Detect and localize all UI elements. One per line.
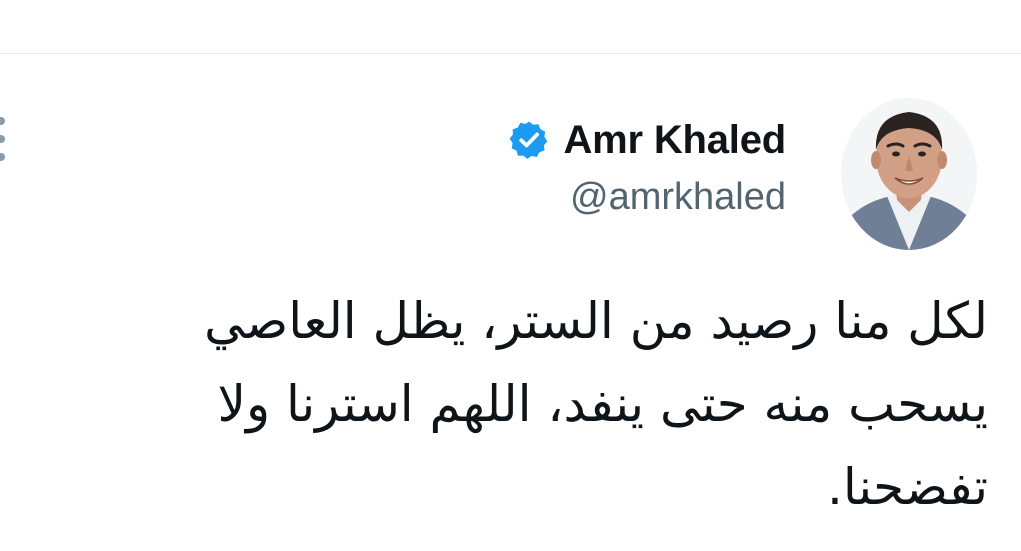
tweet-header: Amr Khaled @amrkhaled — [508, 112, 787, 219]
top-divider — [0, 53, 1021, 54]
tweet-text-line: يسحب منه حتى ينفد، اللهم استرنا ولا — [217, 375, 988, 433]
more-dot — [0, 135, 5, 143]
author-name-row: Amr Khaled — [508, 112, 787, 168]
profile-photo-icon — [841, 98, 977, 250]
tweet-text-line: لكل منا رصيد من الستر، يظل العاصي — [204, 292, 988, 350]
author-display-name[interactable]: Amr Khaled — [564, 118, 787, 163]
more-dot — [0, 153, 5, 161]
author-handle[interactable]: @amrkhaled — [508, 176, 786, 219]
avatar[interactable] — [841, 98, 977, 250]
tweet-text: لكل منا رصيد من الستر، يظل العاصي يسحب م… — [88, 280, 988, 529]
more-options-icon[interactable] — [0, 117, 7, 161]
more-dot — [0, 117, 5, 125]
tweet-text-line: تفضحنا. — [826, 458, 988, 516]
verified-badge-icon — [509, 121, 547, 159]
